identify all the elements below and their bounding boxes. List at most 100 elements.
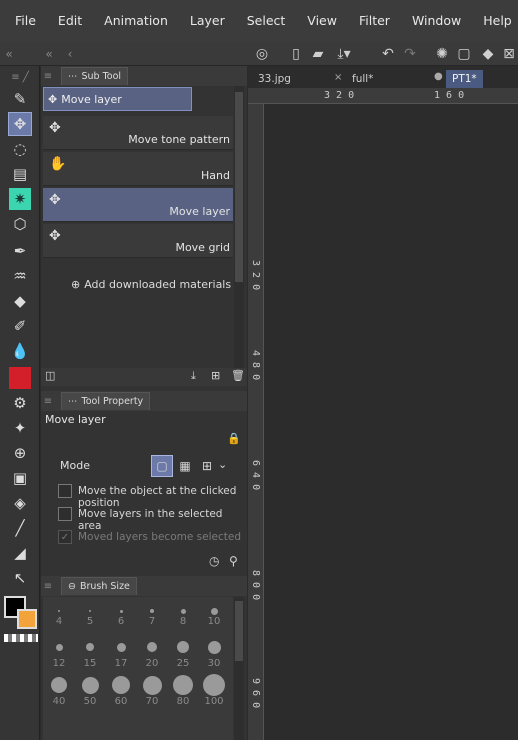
tool-property-tab[interactable]: ⋯ Tool Property bbox=[61, 392, 151, 410]
brush-size-option[interactable]: 15 bbox=[76, 637, 104, 673]
tool-eraser-icon[interactable]: ◆ bbox=[9, 290, 31, 312]
tool-move-icon[interactable]: ✥ bbox=[8, 112, 32, 136]
sub-tool-item-move-tone-pattern[interactable]: ✥ Move tone pattern bbox=[43, 116, 233, 150]
tool-gear-icon[interactable]: ⚙ bbox=[9, 392, 31, 414]
tool-eyedropper-icon[interactable]: ✎ bbox=[9, 88, 31, 110]
copy-sub-tool-icon[interactable]: ⤓ bbox=[191, 369, 196, 383]
add-sub-tool-icon[interactable]: ⊞ bbox=[211, 369, 220, 382]
open-folder-icon[interactable]: ▰ bbox=[308, 44, 328, 64]
brush-size-option[interactable]: 4 bbox=[45, 599, 73, 635]
tool-3d-icon[interactable]: ⬡ bbox=[9, 213, 31, 235]
doc-tab-2[interactable]: full* bbox=[346, 70, 379, 88]
tool-blend-icon[interactable]: 💧 bbox=[9, 340, 31, 362]
fill-icon[interactable]: ◆ bbox=[478, 44, 498, 64]
brush-size-tab[interactable]: ⊖ Brush Size bbox=[61, 577, 137, 595]
brush-size-option[interactable]: 25 bbox=[169, 637, 197, 673]
brush-size-option[interactable]: 7 bbox=[138, 599, 166, 635]
sub-tool-settings-icon[interactable]: ◫ bbox=[45, 369, 55, 382]
tool-menu-icon[interactable]: ≡ ╱ bbox=[9, 66, 31, 88]
menu-view[interactable]: View bbox=[296, 0, 348, 42]
grip-icon[interactable]: ≡ bbox=[41, 581, 55, 592]
tool-object-icon[interactable]: ↖ bbox=[9, 567, 31, 589]
tool-gradient-icon[interactable]: ▣ bbox=[9, 467, 31, 489]
loading-icon[interactable]: ✺ bbox=[432, 44, 452, 64]
zoom-icon[interactable]: ⚲ bbox=[229, 554, 238, 568]
save-icon[interactable]: ⤓▾ bbox=[330, 44, 358, 64]
mode-grid-button[interactable]: ⊞ bbox=[197, 455, 217, 477]
ruler-label: 1 6 0 bbox=[434, 90, 465, 101]
collapse-panel-icon[interactable]: « bbox=[42, 44, 56, 64]
brush-size-option[interactable]: 40 bbox=[45, 675, 73, 711]
tool-brush-icon[interactable]: ♒ bbox=[9, 265, 31, 287]
move-object-checkbox[interactable] bbox=[58, 484, 72, 498]
menu-filter[interactable]: Filter bbox=[348, 0, 401, 42]
brush-size-tab-icon: ⊖ bbox=[68, 581, 76, 592]
tool-line-icon[interactable]: ╱ bbox=[9, 517, 31, 539]
become-selected-checkbox[interactable]: ✓ bbox=[58, 530, 72, 544]
delete-sub-tool-icon[interactable]: 🗑 bbox=[231, 369, 245, 382]
tool-sparkle-icon[interactable]: ✦ bbox=[9, 417, 31, 439]
brush-size-option[interactable]: 50 bbox=[76, 675, 104, 711]
doc-tab-1[interactable]: 33.jpg bbox=[252, 70, 297, 88]
undo-icon[interactable]: ↶ bbox=[378, 44, 398, 64]
brush-size-option[interactable]: 12 bbox=[45, 637, 73, 673]
ruler-label: 4 8 0 bbox=[250, 350, 261, 381]
menu-window[interactable]: Window bbox=[401, 0, 472, 42]
grip-icon[interactable]: ≡ bbox=[41, 396, 55, 407]
add-materials-button[interactable]: ⊕ Add downloaded materials bbox=[71, 278, 231, 291]
menu-select[interactable]: Select bbox=[236, 0, 297, 42]
chevron-left-icon[interactable]: ‹ bbox=[64, 44, 76, 64]
sub-color-swatch[interactable] bbox=[17, 609, 37, 629]
tool-pen-icon[interactable]: ✒ bbox=[9, 240, 31, 262]
move-selected-area-checkbox[interactable] bbox=[58, 507, 72, 521]
sub-tool-scrollbar[interactable] bbox=[234, 86, 244, 376]
brush-size-dot bbox=[177, 641, 189, 653]
brush-size-option[interactable]: 6 bbox=[107, 599, 135, 635]
doc-tab-3[interactable]: PT1* bbox=[446, 70, 483, 88]
tool-auto-select-icon[interactable]: ✷ bbox=[9, 188, 31, 210]
brush-size-scrollbar[interactable] bbox=[234, 597, 244, 740]
tool-frame-icon[interactable]: ⊕ bbox=[9, 442, 31, 464]
mode-layer-button[interactable]: ▢ bbox=[151, 455, 173, 477]
grip-icon[interactable]: ≡ bbox=[41, 71, 55, 82]
tool-operation-icon[interactable]: ▤ bbox=[9, 163, 31, 185]
tool-pencil-icon[interactable]: ✐ bbox=[9, 315, 31, 337]
sub-tool-item-move-layer[interactable]: ✥ Move layer bbox=[43, 188, 233, 222]
lock-icon[interactable]: 🔒 bbox=[227, 432, 241, 445]
transparent-color-swatch[interactable] bbox=[4, 634, 38, 642]
tool-fill-icon[interactable]: ◈ bbox=[9, 492, 31, 514]
new-document-icon[interactable]: ▯ bbox=[286, 44, 306, 64]
brush-size-option[interactable]: 5 bbox=[76, 599, 104, 635]
tool-ruler-icon[interactable]: ◢ bbox=[9, 542, 31, 564]
app-logo-icon[interactable]: ◎ bbox=[252, 44, 272, 64]
redo-icon[interactable]: ↷ bbox=[400, 44, 420, 64]
become-selected-label: Moved layers become selected bbox=[78, 531, 241, 543]
menu-file[interactable]: File bbox=[4, 0, 47, 42]
tool-fill-red-icon[interactable] bbox=[9, 367, 31, 389]
sub-tool-header[interactable]: ✥ Move layer bbox=[43, 87, 192, 111]
clear-icon[interactable]: ▢ bbox=[454, 44, 474, 64]
sub-tool-item-move-grid[interactable]: ✥ Move grid bbox=[43, 224, 233, 258]
collapse-left-icon[interactable]: « bbox=[2, 44, 16, 64]
tool-lasso-icon[interactable]: ◌ bbox=[9, 138, 31, 160]
brush-size-option[interactable]: 100 bbox=[200, 674, 228, 711]
mode-dropdown-icon[interactable]: ⌄ bbox=[218, 458, 227, 471]
close-tab-icon[interactable]: × bbox=[334, 72, 342, 83]
brush-size-option[interactable]: 30 bbox=[200, 637, 228, 673]
transform-icon[interactable]: ⊠ bbox=[500, 44, 518, 64]
sub-tool-tab[interactable]: ⋯ Sub Tool bbox=[61, 67, 129, 85]
menu-help[interactable]: Help bbox=[472, 0, 518, 42]
brush-size-option[interactable]: 17 bbox=[107, 637, 135, 673]
menu-edit[interactable]: Edit bbox=[47, 0, 93, 42]
brush-size-option[interactable]: 80 bbox=[169, 675, 197, 711]
brush-size-option[interactable]: 20 bbox=[138, 637, 166, 673]
mode-tone-button[interactable]: ▦ bbox=[175, 455, 195, 477]
sub-tool-item-hand[interactable]: ✋ Hand bbox=[43, 152, 233, 186]
brush-size-option[interactable]: 10 bbox=[200, 599, 228, 635]
menu-animation[interactable]: Animation bbox=[93, 0, 179, 42]
brush-size-option[interactable]: 70 bbox=[138, 675, 166, 711]
brush-size-option[interactable]: 60 bbox=[107, 675, 135, 711]
brush-size-option[interactable]: 8 bbox=[169, 599, 197, 635]
menu-layer[interactable]: Layer bbox=[179, 0, 236, 42]
clock-icon[interactable]: ◷ bbox=[209, 554, 219, 568]
